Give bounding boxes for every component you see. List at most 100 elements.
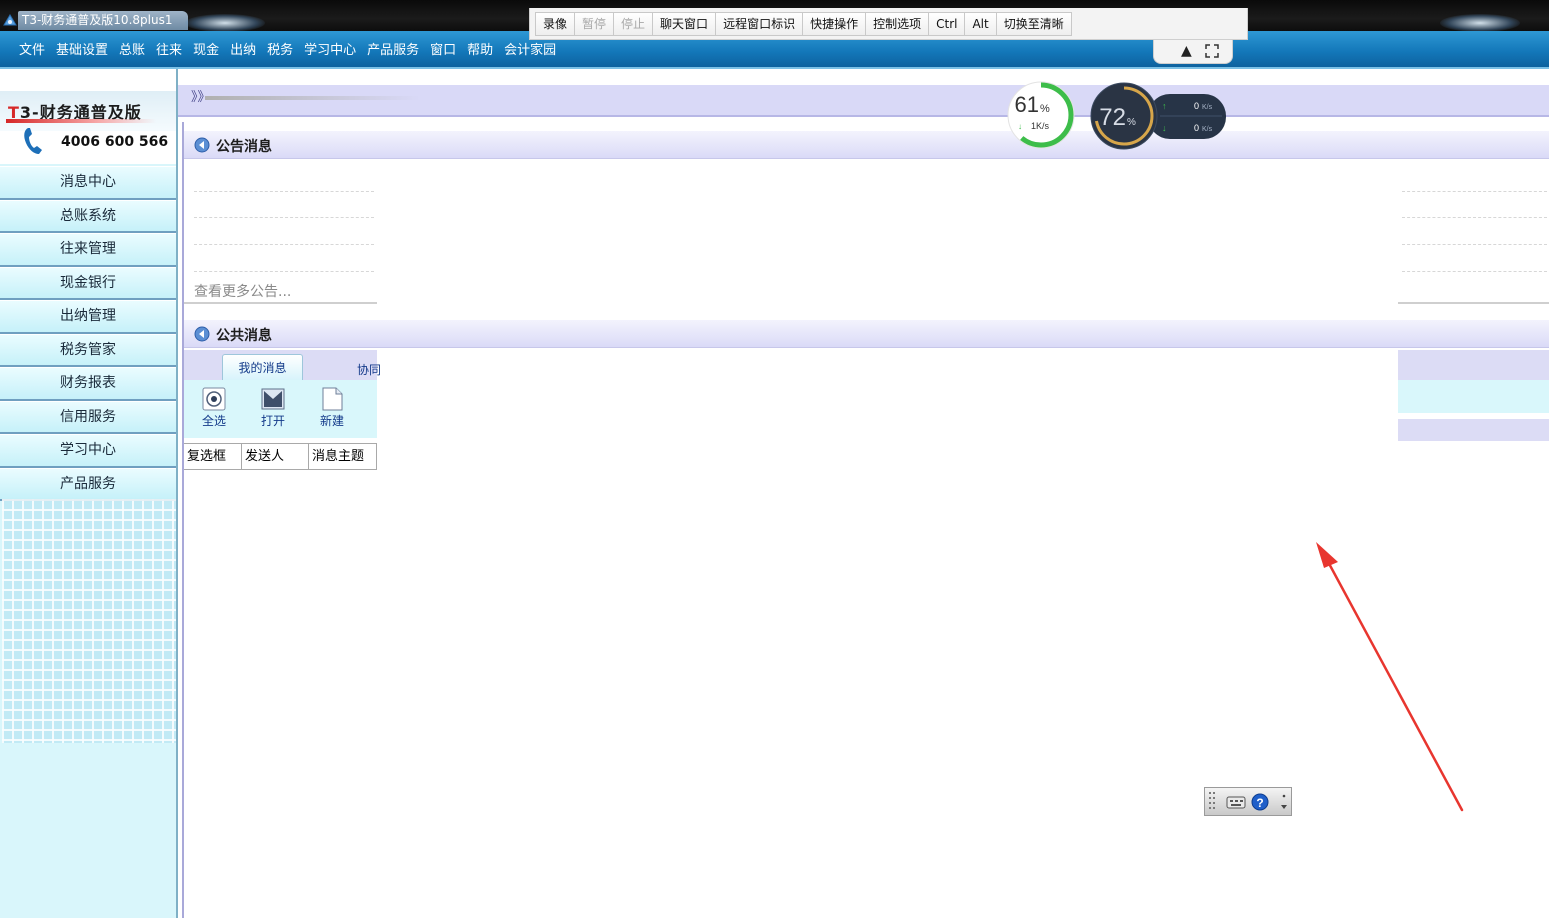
memory-percent-unit: % (1127, 117, 1136, 128)
download-speed-unit: K/s (1202, 126, 1213, 133)
menu-item[interactable]: 税务 (267, 42, 293, 60)
remote-toolbar-button[interactable]: 暂停 (574, 12, 615, 36)
sidebar-nav-item[interactable]: 信用服务 (0, 400, 176, 434)
remote-toolbar-button[interactable]: 控制选项 (865, 12, 930, 36)
public-panel-title: 公共消息 (216, 328, 272, 344)
app-icon (3, 14, 17, 26)
tab-my-messages[interactable]: 我的消息 (222, 354, 303, 381)
menu-item[interactable]: 产品服务 (367, 42, 419, 60)
menu-item[interactable]: 学习中心 (304, 42, 356, 60)
menu-item[interactable]: 基础设置 (56, 42, 108, 60)
menu-item[interactable]: 现金 (193, 42, 219, 60)
remote-toolbar-button[interactable]: 切换至清晰 (995, 12, 1072, 36)
more-notices-link[interactable]: 查看更多公告... (194, 281, 291, 301)
svg-text:?: ? (1256, 796, 1263, 810)
memory-gauge[interactable]: 72 % ↑ 0 K/s ↓ 0 K/s (1088, 80, 1228, 152)
sidebar-nav-item[interactable]: 现金银行 (0, 266, 176, 300)
upload-speed: 0 (1194, 101, 1199, 111)
sidebar-nav-item[interactable]: 学习中心 (0, 434, 176, 468)
sidebar-nav-item[interactable]: 产品服务 (0, 467, 176, 501)
sidebar-grid-decoration (2, 499, 176, 743)
remote-control-toolbar: 录像 暂停 停止 聊天窗口 远程窗口标识 快捷操作 控制选项 Ctrl Alt 切换至清晰 (529, 8, 1248, 40)
download-arrow-icon: ↓ (1018, 122, 1022, 131)
sidebar: T3-财务通普及版 4006 600 566 消息中心 总账系统 往来管理 现金银行出… (0, 69, 178, 918)
upload-speed-unit: K/s (1202, 104, 1213, 111)
menu-item[interactable]: 文件 (19, 42, 45, 60)
sidebar-nav-item[interactable]: 税务管家 (0, 333, 176, 367)
new-label: 新建 (319, 414, 344, 428)
message-toolbar (1398, 380, 1549, 413)
notice-row-divider (1402, 244, 1547, 245)
sidebar-nav-item[interactable]: 往来管理 (0, 233, 176, 267)
tab-collaboration[interactable]: 协同 (357, 361, 381, 378)
collapse-toolbar-icon[interactable]: ▲ (1181, 44, 1192, 58)
sidebar-nav-item[interactable]: 出纳管理 (0, 300, 176, 334)
app-window: T3-财务通普及版10.8plus1 文件 基础设置 总账 往来 现金 出纳 税务 学习中心产… (0, 0, 1549, 918)
message-table-header: 复选框 发送人 消息主题 (184, 443, 377, 470)
public-panel-header: 公共消息 (184, 320, 1549, 348)
new-button[interactable]: 新建 (310, 384, 354, 436)
remote-toolbar-button[interactable]: 聊天窗口 (652, 12, 717, 36)
notice-row-divider (1402, 191, 1547, 192)
memory-percent: 72 (1099, 104, 1126, 131)
remote-toolbar-tab: ▲ (1153, 40, 1233, 64)
remote-toolbar-button[interactable]: 录像 (535, 12, 576, 36)
remote-toolbar-button[interactable]: Ctrl (928, 12, 966, 36)
notice-row-divider (194, 244, 374, 245)
brand-panel: T3-财务通普及版 4006 600 566 (0, 69, 176, 164)
cpu-gauge[interactable]: 61 % ↓ 1K/s (1002, 78, 1082, 151)
notice-panel-header: 公告消息 (184, 131, 1549, 159)
column-header-checkbox[interactable]: 复选框 (184, 444, 242, 469)
remote-toolbar-button[interactable]: Alt (964, 12, 997, 36)
column-header-subject[interactable]: 消息主题 (309, 444, 377, 469)
column-header-sender[interactable]: 发送人 (242, 444, 309, 469)
open-button[interactable]: 打开 (251, 384, 295, 436)
download-speed: 0 (1194, 123, 1199, 133)
cpu-percent-unit: % (1040, 103, 1050, 115)
new-document-icon (322, 387, 343, 411)
cpu-net-speed: 1K/s (1031, 121, 1050, 131)
notice-row-divider (194, 217, 374, 218)
menu-items: 文件 基础设置 总账 往来 现金 出纳 税务 学习中心 产品服务 窗口 帮助 会计家园 (19, 42, 556, 60)
menu-item[interactable]: 往来 (156, 42, 182, 60)
ime-toolbar[interactable]: ? (1204, 787, 1292, 816)
message-toolbar-edge (1398, 419, 1549, 441)
phone-icon (24, 128, 42, 154)
breadcrumb-fade (205, 96, 420, 100)
annotation-arrow (1316, 542, 1464, 812)
sidebar-nav-item[interactable]: 财务报表 (0, 367, 176, 401)
fullscreen-icon[interactable] (1205, 44, 1219, 58)
title-glow-left (185, 14, 265, 32)
upload-arrow-icon: ↑ (1162, 101, 1167, 111)
download-arrow-icon: ↓ (1162, 123, 1167, 133)
support-phone: 4006 600 566 (61, 134, 169, 150)
remote-toolbar-button[interactable]: 远程窗口标识 (715, 12, 804, 36)
select-all-label: 全选 (201, 414, 226, 428)
notice-panel-bottom (1398, 302, 1549, 304)
window-title: T3-财务通普及版10.8plus1 (18, 11, 188, 30)
sidebar-nav-item[interactable]: 消息中心 (0, 166, 176, 200)
remote-toolbar-button[interactable]: 停止 (613, 12, 654, 36)
select-all-button[interactable]: 全选 (192, 384, 236, 436)
sidebar-nav: 消息中心 总账系统 往来管理 现金银行 出纳管理 税务管家 财务报表 信用服务 学习中心 产品服务 (0, 166, 176, 501)
ime-toolbar-icons: ? (1209, 792, 1287, 811)
title-glow-right (1440, 14, 1520, 32)
menu-item[interactable]: 帮助 (467, 42, 493, 60)
main-left-border (182, 122, 184, 918)
notice-row-divider (1402, 217, 1547, 218)
notice-row-divider (194, 271, 374, 272)
brand-swoosh (6, 119, 156, 123)
sidebar-nav-item[interactable]: 总账系统 (0, 199, 176, 233)
back-arrow-icon[interactable] (194, 326, 210, 342)
remote-toolbar-button[interactable]: 快捷操作 (802, 12, 867, 36)
breadcrumb-bar (178, 85, 1549, 117)
menu-item[interactable]: 总账 (119, 42, 145, 60)
notice-panel-bottom (184, 302, 377, 304)
menu-item[interactable]: 窗口 (430, 42, 456, 60)
menu-item[interactable]: 出纳 (230, 42, 256, 60)
back-arrow-icon[interactable] (194, 137, 210, 153)
remote-toolbar-buttons: 录像 暂停 停止 聊天窗口 远程窗口标识 快捷操作 控制选项 Ctrl Alt 切换至清晰 (535, 12, 1072, 36)
notice-row-divider (1402, 271, 1547, 272)
select-all-icon (202, 387, 226, 411)
menu-item[interactable]: 会计家园 (504, 42, 556, 60)
